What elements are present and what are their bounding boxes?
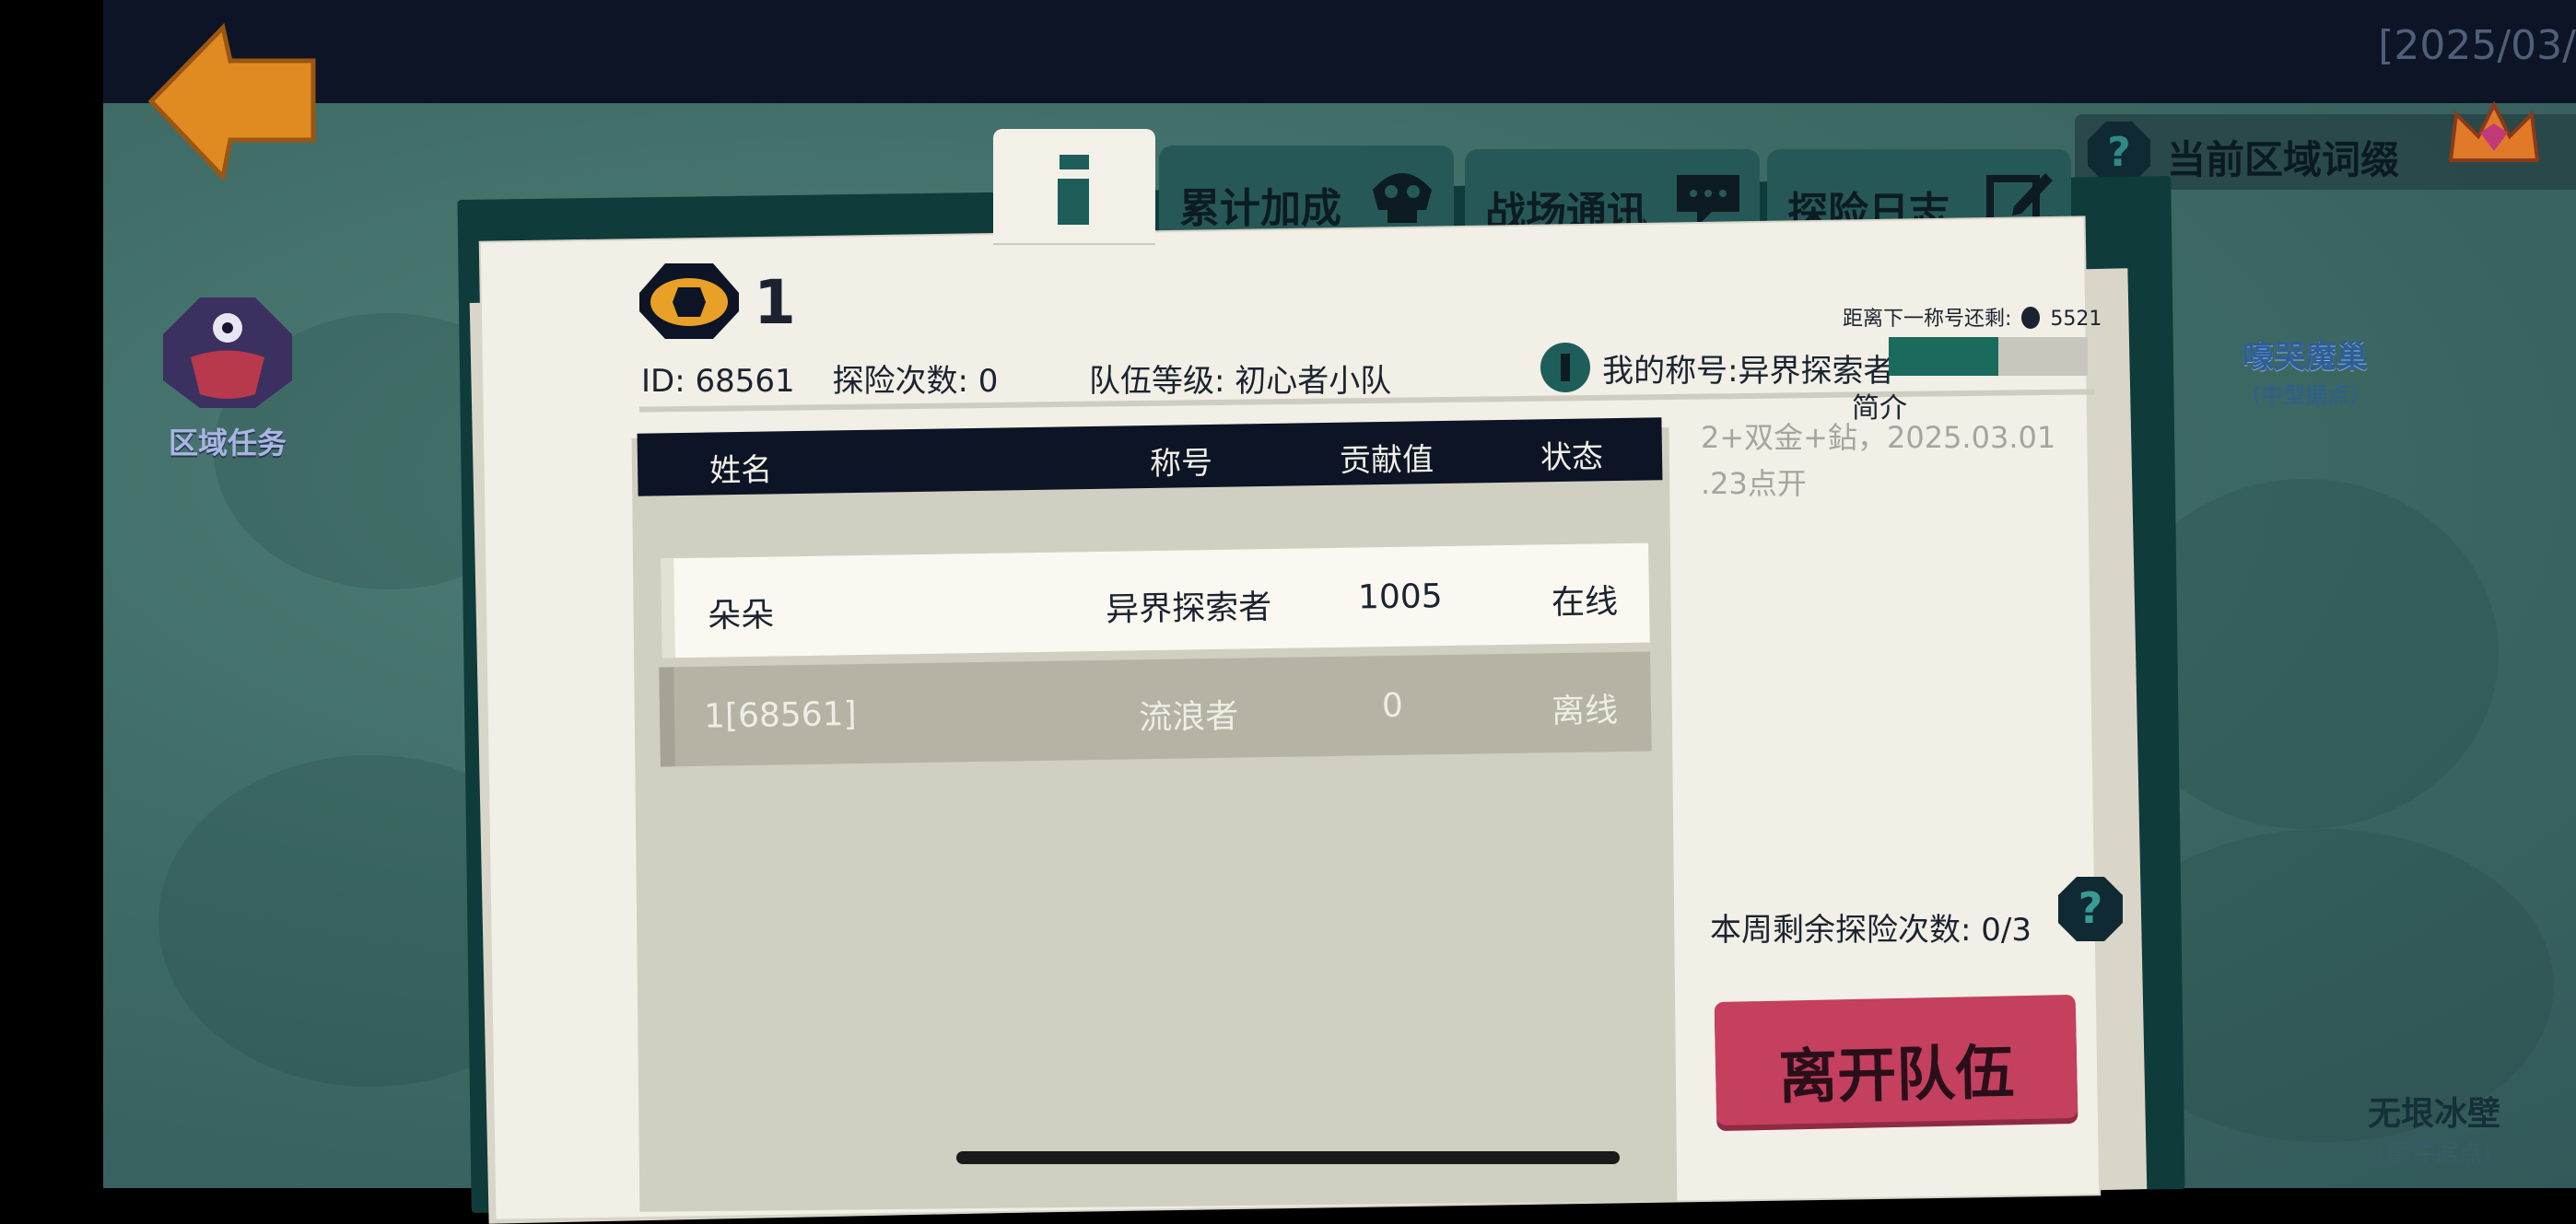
- member-contribution: 1005: [1357, 577, 1443, 617]
- title-progress-bar: [1889, 337, 2088, 376]
- map-label-howling-nest[interactable]: 嚎哭魔巢 (中型据点): [2195, 332, 2416, 409]
- table-row[interactable]: 1[68561] 流浪者 0 离线: [659, 651, 1652, 767]
- next-title-value: 5521: [2050, 308, 2102, 331]
- team-id: ID: 68561: [641, 363, 795, 400]
- member-name: 朵朵: [707, 596, 775, 635]
- member-title: 异界探索者: [1105, 589, 1272, 629]
- tab-team-info[interactable]: [993, 129, 1155, 245]
- map-label-endless-ice-wall[interactable]: 无垠冰壁 (事件据点): [2314, 1087, 2554, 1169]
- info-icon: [1058, 155, 1089, 225]
- team-level: 队伍等级: 初心者小队: [1089, 363, 1392, 400]
- weekly-remaining-value: 0/3: [1981, 912, 2032, 949]
- top-bar: [2025/03/: [103, 0, 2576, 103]
- member-status: 离线: [1551, 692, 1619, 731]
- skull-icon: [1373, 173, 1432, 223]
- svg-text:?: ?: [2107, 129, 2131, 176]
- title-progress-fill: [1889, 337, 1998, 376]
- monster-icon: [163, 297, 292, 408]
- svg-text:?: ?: [2078, 883, 2103, 933]
- header-status: 状态: [1540, 438, 1604, 477]
- team-info-row: ID: 68561 探险次数: 0: [641, 356, 1025, 401]
- zone-task-label: 区域任务: [168, 425, 287, 460]
- table-row[interactable]: 朵朵 异界探索者 1005 在线: [661, 542, 1650, 659]
- back-arrow-icon[interactable]: [142, 18, 326, 184]
- next-title-label: 距离下一称号还剩:: [1843, 308, 2012, 331]
- team-intro-text: 2+双金+鉆，2025.03.01 .23点开: [1701, 420, 2056, 501]
- tab-bonus[interactable]: 累计加成: [1159, 146, 1454, 238]
- coin-icon: [2021, 307, 2041, 329]
- team-number: 1: [754, 267, 796, 338]
- timestamp: [2025/03/: [2378, 22, 2576, 69]
- help-question-icon[interactable]: ?: [2056, 875, 2125, 943]
- header-title: 称号: [1149, 444, 1213, 483]
- my-title-text: 我的称号:异界探索者: [1602, 352, 1895, 390]
- weekly-remaining: 本周剩余探险次数: 0/3: [1710, 904, 2032, 950]
- zone-task-button[interactable]: 区域任务: [158, 293, 297, 462]
- leave-team-label: 离开队伍: [1777, 1039, 2016, 1113]
- explore-count: 探险次数: 0: [832, 363, 999, 400]
- chat-icon: [1677, 175, 1739, 227]
- map-label-title: 嚎哭魔巢: [2242, 339, 2368, 376]
- home-indicator[interactable]: [956, 1151, 1620, 1164]
- member-contribution: 0: [1381, 686, 1404, 726]
- region-affix-label: 当前区域词缀: [2167, 137, 2400, 182]
- crown-icon[interactable]: [2443, 96, 2545, 179]
- header-name: 姓名: [708, 451, 773, 490]
- eye-icon: [639, 263, 739, 339]
- member-title: 流浪者: [1138, 697, 1239, 738]
- header-contribution: 贡献值: [1339, 441, 1434, 480]
- map-label-sub: (事件据点): [2376, 1140, 2492, 1168]
- tab-label: 累计加成: [1179, 185, 1341, 232]
- my-title[interactable]: 我的称号:异界探索者: [1540, 343, 1895, 392]
- leave-team-button[interactable]: 离开队伍: [1714, 994, 2078, 1126]
- info-badge-icon: [1540, 343, 1590, 392]
- member-status: 在线: [1551, 583, 1619, 623]
- weekly-remaining-label: 本周剩余探险次数:: [1710, 912, 1972, 949]
- map-label-title: 无垠冰壁: [2367, 1095, 2500, 1133]
- member-name: 1[68561]: [703, 695, 857, 736]
- map-label-sub: (中型据点): [2252, 382, 2359, 408]
- next-title-remaining: 距离下一称号还剩: 5521: [1843, 302, 2102, 332]
